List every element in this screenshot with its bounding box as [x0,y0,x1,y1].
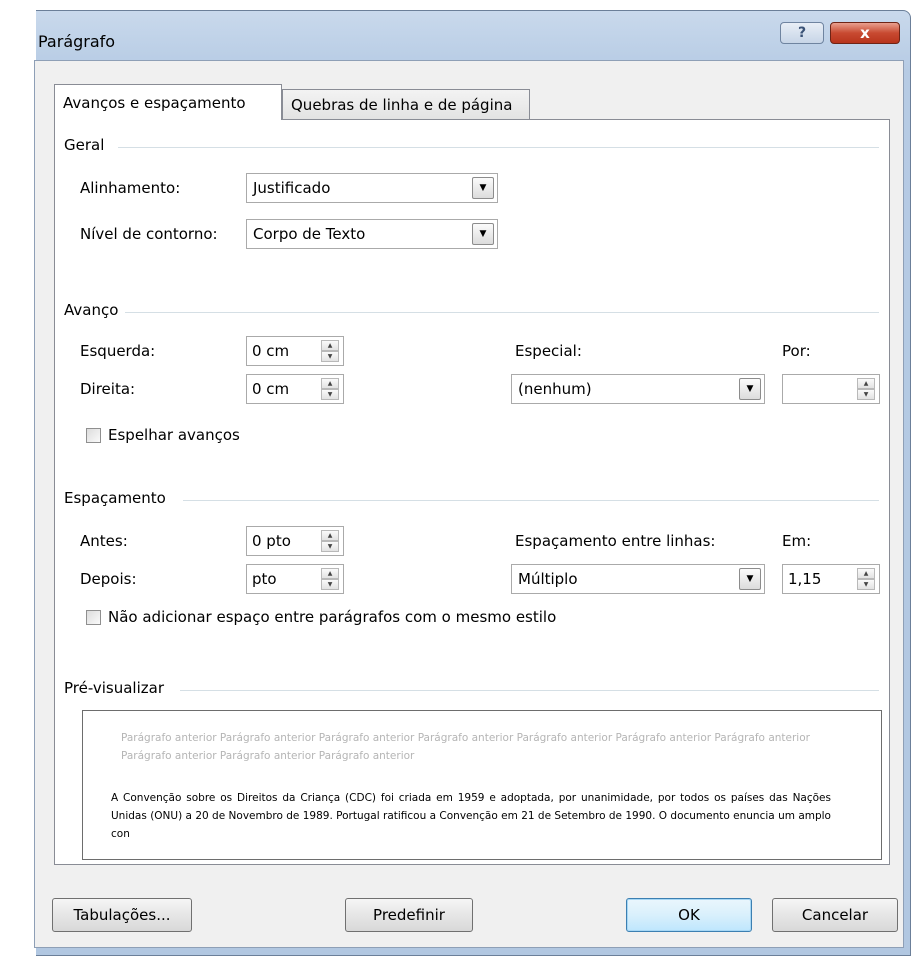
cancel-button[interactable]: Cancelar [772,898,898,932]
preview-previous-paragraph: Parágrafo anterior Parágrafo anterior Pa… [121,732,810,762]
mirror-indents-label: Espelhar avanços [108,426,240,444]
spacing-before-spinner[interactable]: 0 pto ▲ ▼ [246,526,344,556]
indent-left-spinner[interactable]: 0 cm ▲ ▼ [246,336,344,366]
page-background [0,0,36,962]
outline-level-value: Corpo de Texto [253,225,366,243]
group-heading-indent: Avanço [64,301,125,319]
at-spinner[interactable]: 1,15 ▲ ▼ [782,564,880,594]
chevron-down-icon[interactable]: ▼ [472,223,494,245]
group-heading-preview: Pré-visualizar [64,679,170,697]
indent-right-label: Direita: [80,380,136,398]
preview-box: Parágrafo anterior Parágrafo anterior Pa… [82,710,882,860]
spin-down-icon[interactable]: ▼ [321,389,339,400]
at-label: Em: [782,532,812,550]
group-divider [118,147,879,148]
checkbox-box[interactable] [86,609,101,625]
spin-up-icon[interactable]: ▲ [321,568,339,579]
spin-up-icon[interactable]: ▲ [857,568,875,579]
tab-label: Quebras de linha e de página [291,95,513,114]
preview-current-paragraph: A Convenção sobre os Direitos da Criança… [111,792,831,840]
group-heading-general: Geral [64,136,111,154]
spin-up-icon[interactable]: ▲ [857,378,875,389]
indent-right-value: 0 cm [252,380,290,398]
spacing-after-spinner[interactable]: pto ▲ ▼ [246,564,344,594]
spin-down-icon[interactable]: ▼ [321,351,339,362]
chevron-down-icon[interactable]: ▼ [472,177,494,199]
spacing-after-label: Depois: [80,570,137,588]
special-select[interactable]: (nenhum) ▼ [511,374,765,404]
group-divider [125,312,879,313]
checkbox-box[interactable] [86,427,101,443]
chevron-down-icon[interactable]: ▼ [739,568,761,590]
indent-left-value: 0 cm [252,342,290,360]
outline-level-label: Nível de contorno: [80,225,218,243]
close-button[interactable]: x [830,22,900,44]
dialog-title: Parágrafo [38,32,116,51]
alignment-value: Justificado [253,179,331,197]
by-spinner[interactable]: ▲ ▼ [782,374,880,404]
mirror-indents-checkbox[interactable]: Espelhar avanços [86,426,240,444]
no-space-same-style-checkbox[interactable]: Não adicionar espaço entre parágrafos co… [86,608,556,626]
group-divider [183,500,879,501]
spin-up-icon[interactable]: ▲ [321,530,339,541]
group-divider [180,690,879,691]
tabs-button[interactable]: Tabulações... [52,898,192,932]
spin-down-icon[interactable]: ▼ [321,579,339,590]
group-heading-spacing: Espaçamento [64,489,172,507]
ok-button[interactable]: OK [626,898,752,932]
outline-level-select[interactable]: Corpo de Texto ▼ [246,219,498,249]
by-label: Por: [782,342,811,360]
spin-up-icon[interactable]: ▲ [321,378,339,389]
line-spacing-value: Múltiplo [518,570,578,588]
no-space-same-style-label: Não adicionar espaço entre parágrafos co… [108,608,557,626]
spacing-before-label: Antes: [80,532,128,550]
indent-left-label: Esquerda: [80,342,156,360]
at-value: 1,15 [788,570,822,588]
alignment-label: Alinhamento: [80,179,181,197]
special-label: Especial: [515,342,582,360]
spin-down-icon[interactable]: ▼ [857,579,875,590]
spin-up-icon[interactable]: ▲ [321,340,339,351]
special-value: (nenhum) [518,380,592,398]
spacing-before-value: 0 pto [252,532,291,550]
tab-label: Avanços e espaçamento [63,93,246,112]
indent-right-spinner[interactable]: 0 cm ▲ ▼ [246,374,344,404]
spacing-after-value: pto [252,570,277,588]
tab-line-page-breaks[interactable]: Quebras de linha e de página [282,89,530,119]
chevron-down-icon[interactable]: ▼ [739,378,761,400]
alignment-select[interactable]: Justificado ▼ [246,173,498,203]
line-spacing-select[interactable]: Múltiplo ▼ [511,564,765,594]
line-spacing-label: Espaçamento entre linhas: [515,532,716,550]
spin-down-icon[interactable]: ▼ [857,389,875,400]
set-default-button[interactable]: Predefinir [345,898,473,932]
help-button[interactable]: ? [780,22,824,44]
spin-down-icon[interactable]: ▼ [321,541,339,552]
tab-indents-spacing[interactable]: Avanços e espaçamento [54,84,282,120]
